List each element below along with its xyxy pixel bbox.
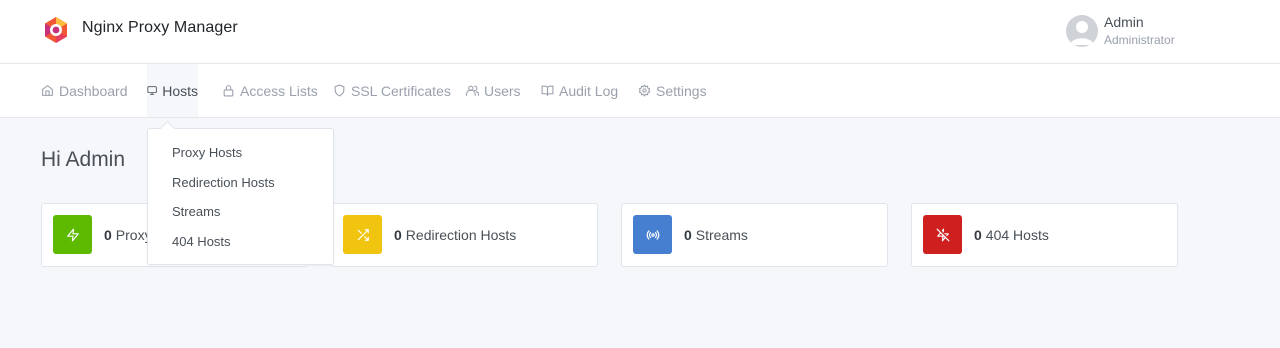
menu-item-proxy-hosts[interactable]: Proxy Hosts — [172, 145, 242, 160]
user-avatar-icon — [1070, 21, 1094, 45]
card-label: Redirection Hosts — [405, 227, 517, 243]
nav-hosts[interactable]: Hosts — [147, 64, 198, 117]
nav-dashboard-label: Dashboard — [59, 82, 128, 99]
card-count: 0 — [394, 227, 402, 243]
nav-audit-log[interactable]: Audit Log — [541, 64, 618, 117]
nav-access-lists-label: Access Lists — [240, 82, 318, 99]
settings-icon — [638, 84, 651, 97]
stat-card-404-hosts[interactable]: 0 404 Hosts — [911, 203, 1178, 267]
card-count: 0 — [684, 227, 692, 243]
users-icon — [466, 85, 479, 96]
nav-audit-log-label: Audit Log — [559, 82, 619, 99]
card-icon-proxy-hosts — [53, 215, 92, 254]
zap-off-icon — [936, 228, 949, 241]
card-label: Streams — [695, 227, 748, 243]
card-icon-streams — [633, 215, 672, 254]
card-icon-404-hosts — [923, 215, 962, 254]
nav-users-label: Users — [484, 82, 521, 99]
stat-card-redirection-hosts[interactable]: 0 Redirection Hosts — [331, 203, 598, 267]
page-title: Hi Admin — [41, 148, 126, 171]
nginx-proxy-manager-logo-icon[interactable] — [42, 16, 70, 44]
nav-access-lists[interactable]: Access Lists — [222, 64, 318, 117]
avatar[interactable] — [1066, 15, 1098, 47]
nav-users[interactable]: Users — [466, 64, 521, 117]
shield-icon — [334, 84, 345, 97]
nav-dashboard[interactable]: Dashboard — [41, 64, 128, 117]
card-icon-redirection-hosts — [343, 215, 382, 254]
card-label: 404 Hosts — [985, 227, 1049, 243]
card-count: 0 — [104, 227, 112, 243]
nav-ssl-certificates-label: SSL Certificates — [351, 82, 451, 99]
menu-item-404-hosts[interactable]: 404 Hosts — [172, 234, 231, 249]
hosts-dropdown-menu: Proxy Hosts Redirection Hosts Streams 40… — [147, 128, 334, 265]
shuffle-icon — [357, 228, 369, 241]
main-nav: Dashboard Hosts Access Lists SSL Certifi… — [0, 64, 1280, 118]
menu-item-redirection-hosts[interactable]: Redirection Hosts — [172, 175, 275, 190]
nav-settings-label: Settings — [656, 82, 707, 99]
nav-settings[interactable]: Settings — [638, 64, 707, 117]
app-title[interactable]: Nginx Proxy Manager — [82, 19, 238, 37]
book-open-icon — [541, 85, 554, 96]
nav-ssl-certificates[interactable]: SSL Certificates — [333, 64, 451, 117]
user-role: Administrator — [1104, 33, 1175, 47]
zap-icon — [66, 228, 79, 241]
lock-icon — [223, 85, 234, 97]
card-count: 0 — [974, 227, 982, 243]
home-icon — [42, 85, 53, 96]
menu-item-streams[interactable]: Streams — [172, 204, 220, 219]
nav-hosts-label: Hosts — [162, 82, 198, 99]
radio-icon — [646, 229, 659, 240]
monitor-icon — [147, 86, 157, 95]
user-name[interactable]: Admin — [1104, 14, 1144, 30]
top-header: Nginx Proxy Manager Admin Administrator — [0, 0, 1280, 64]
stat-card-streams[interactable]: 0 Streams — [621, 203, 888, 267]
